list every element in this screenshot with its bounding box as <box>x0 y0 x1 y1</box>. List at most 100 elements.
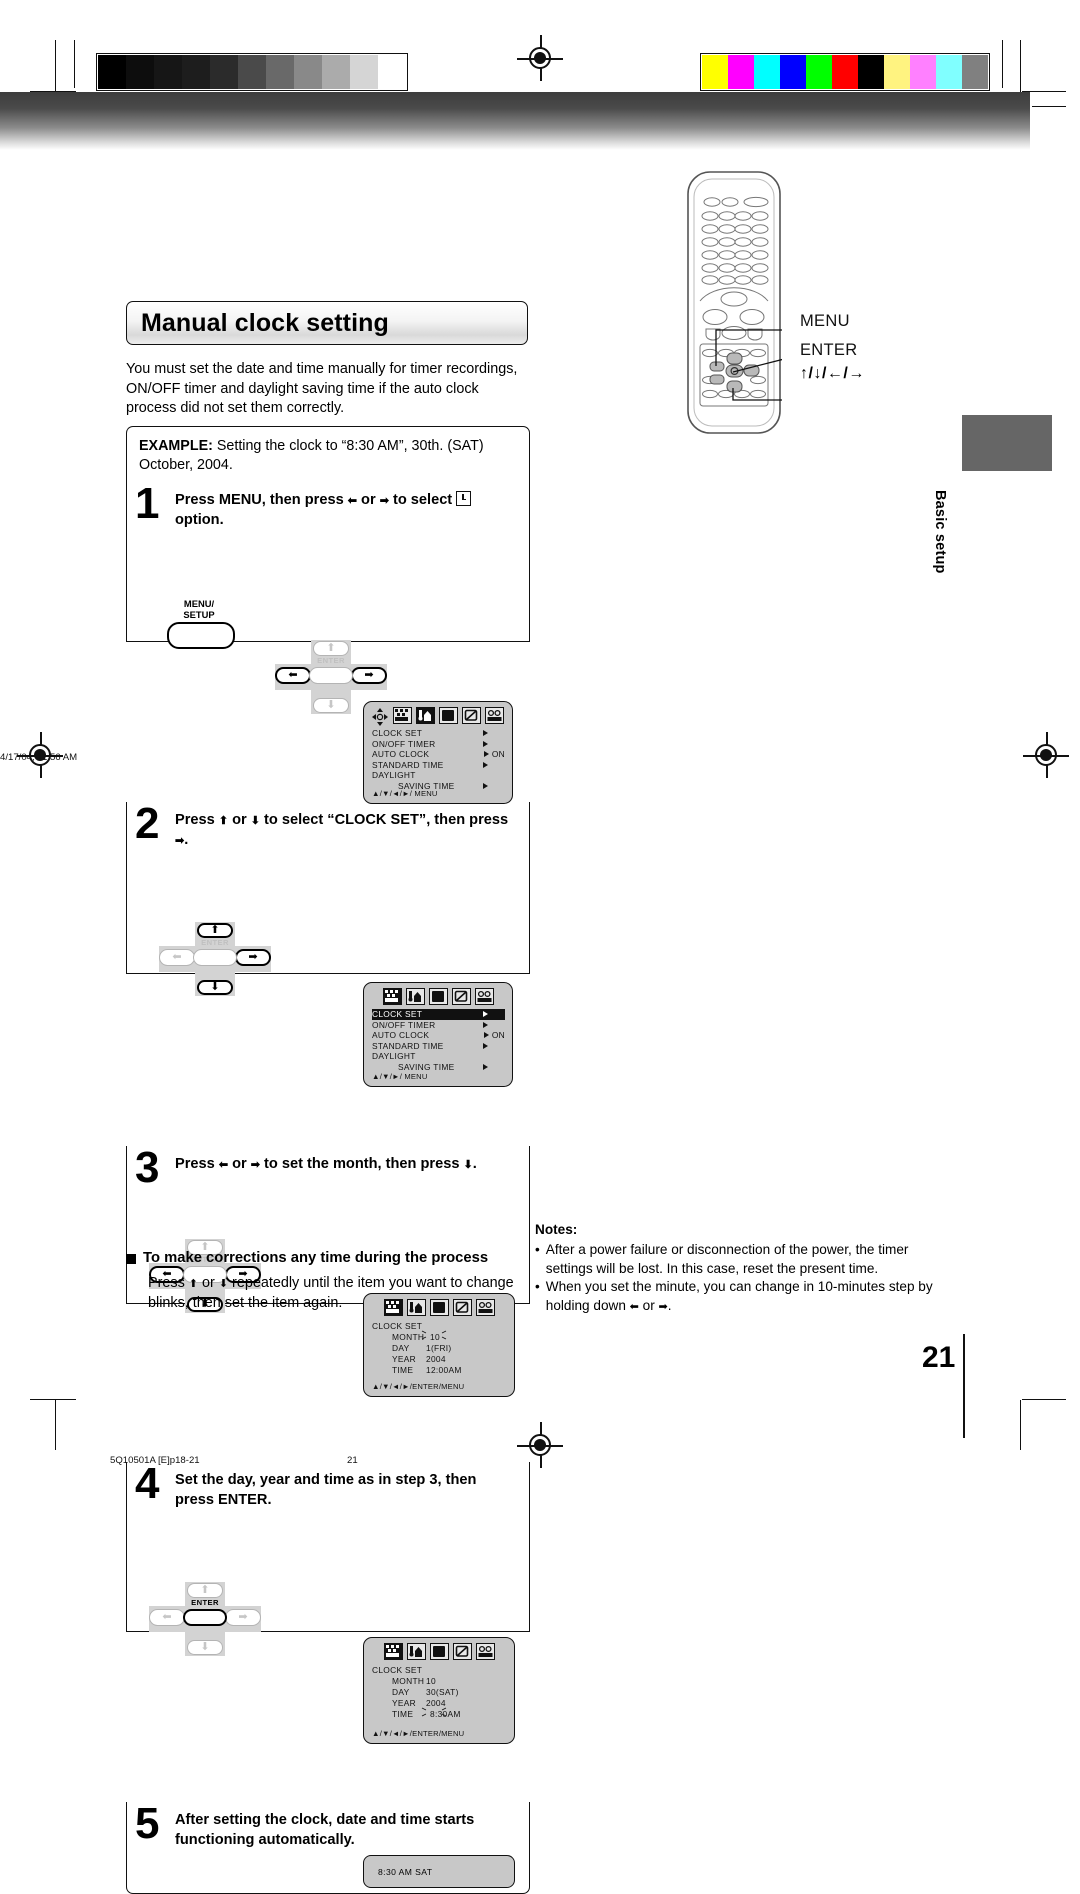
step-4-osd-footer: ▲/▼/◄/►/ENTER/MENU <box>372 1729 465 1738</box>
step-2-enter-button[interactable] <box>193 949 237 966</box>
step-3-osd-field[interactable]: MONTH 10 <box>372 1330 507 1343</box>
crop-mark-bottom-right-h <box>1022 1399 1066 1401</box>
remote-callout-arrows: ↑/↓/←/→ <box>800 365 865 382</box>
step-2-osd-blank-screen-icon[interactable] <box>451 988 471 1005</box>
grayscale-swatch-3 <box>182 55 210 89</box>
step-2-osd-row[interactable]: STANDARD TIME <box>372 1041 505 1052</box>
step-4-osd-vcr-icon[interactable] <box>475 1643 495 1660</box>
osd-row-value <box>483 730 505 737</box>
step-1-down-button[interactable]: ⬇ <box>313 698 349 713</box>
step-2-text: Press ⬆ or ⬇ to select “CLOCK SET”, then… <box>175 812 509 848</box>
step-4-osd-clock-icon[interactable] <box>383 1643 403 1660</box>
step-4-osd-audio-icon[interactable] <box>406 1643 426 1660</box>
step-2-dpad[interactable]: ENTER ⬆ ⬇ ⬅ ➡ <box>159 922 271 996</box>
step-4-right-button[interactable]: ➡ <box>225 1609 261 1626</box>
step-1-osd-row[interactable]: AUTO CLOCK ON <box>372 749 505 760</box>
footer-left-text: 5Q10501A [E]p18-21 <box>110 1455 200 1466</box>
crop-mark-top-right-v <box>1020 40 1022 92</box>
step-1-menu-setup-button[interactable]: MENU/SETUP <box>161 598 237 649</box>
grayscale-swatch-6 <box>266 55 294 89</box>
step-1: 1 Press MENU, then press ⬅ or ➡ to selec… <box>126 482 530 804</box>
osd-field-value: 2004 <box>426 1698 446 1708</box>
corrections-body: Press ⬆ or ⬇ repeatedly until the item y… <box>148 1275 514 1311</box>
step-4-osd-list-icon[interactable] <box>429 1643 449 1660</box>
step-4-dpad[interactable]: ENTER ⬆ ⬇ ⬅ ➡ <box>149 1582 261 1656</box>
step-4-osd-field[interactable]: DAY 30(SAT) <box>372 1687 507 1698</box>
osd-field-key: YEAR <box>392 1353 417 1364</box>
step-2-osd-row[interactable]: AUTO CLOCK ON <box>372 1030 505 1041</box>
step-3-osd-field[interactable]: TIME 12:00AM <box>372 1365 507 1376</box>
step-2-left-button[interactable]: ⬅ <box>159 949 195 966</box>
color-swatch-10 <box>962 55 988 89</box>
osd-row-label: SAVING TIME <box>398 1061 455 1072</box>
osd-row-value <box>483 762 505 769</box>
step-2-osd-row[interactable]: ON/OFF TIMER <box>372 1020 505 1031</box>
page-title: Manual clock setting <box>141 308 389 337</box>
crop-mark-top-right-v2 <box>1002 40 1004 88</box>
osd-arrow-icon <box>483 1032 489 1039</box>
step-4-osd-field[interactable]: MONTH 10 <box>372 1676 507 1687</box>
step-3-osd-field[interactable]: YEAR 2004 <box>372 1354 507 1365</box>
step-2-osd-clock-icon[interactable] <box>382 988 402 1005</box>
step-4-osd-field[interactable]: TIME 8:30AM <box>372 1707 507 1720</box>
step-2-osd-row[interactable]: DAYLIGHT <box>372 1051 505 1062</box>
step-1-osd-blank-screen-icon[interactable] <box>461 707 481 724</box>
color-swatch-1 <box>728 55 754 89</box>
note-item-1-text: After a power failure or disconnection o… <box>545 1242 909 1276</box>
osd-field-key: MONTH <box>392 1676 425 1686</box>
grayscale-swatch-0 <box>98 55 126 89</box>
osd-row-label: CLOCK SET <box>372 728 423 738</box>
step-1-left-button[interactable]: ⬅ <box>275 667 311 684</box>
osd-arrow-icon <box>483 1064 488 1071</box>
step-2-right-button[interactable]: ➡ <box>235 949 271 966</box>
osd-field-value: 10 <box>426 1676 436 1686</box>
osd-field-key: TIME <box>392 1364 414 1375</box>
osd-field-key: YEAR <box>392 1698 417 1708</box>
osd-arrow-icon <box>483 1021 488 1028</box>
crop-mark-top-right-h2 <box>1032 106 1066 108</box>
step-1-osd-audio-icon[interactable] <box>415 707 435 724</box>
step-1-osd-row[interactable]: DAYLIGHT <box>372 770 505 781</box>
menu-setup-button-cap[interactable] <box>167 622 235 649</box>
step-4-down-button[interactable]: ⬇ <box>187 1640 223 1655</box>
step-1-osd-row[interactable]: STANDARD TIME <box>372 760 505 771</box>
step-3-osd-field[interactable]: DAY 1(FRI) <box>372 1343 507 1354</box>
note-bullet-icon-2: • <box>535 1279 540 1294</box>
registration-mark-top <box>517 35 563 81</box>
osd-field-key: MONTH <box>392 1331 425 1342</box>
crop-mark-top-left-v2 <box>74 40 76 88</box>
step-2-osd-row[interactable]: SAVING TIME <box>372 1062 505 1073</box>
corrections-heading: To make corrections any time during the … <box>126 1250 538 1266</box>
step-4-up-button[interactable]: ⬆ <box>187 1583 223 1598</box>
step-4-osd-blank-screen-icon[interactable] <box>452 1643 472 1660</box>
step-4-left-button[interactable]: ⬅ <box>149 1609 185 1626</box>
remote-control-illustration <box>686 170 798 435</box>
color-swatch-2 <box>754 55 780 89</box>
notes-heading: Notes: <box>535 1222 578 1237</box>
step-2-up-button[interactable]: ⬆ <box>197 923 233 938</box>
color-swatch-0 <box>702 55 728 89</box>
osd-row-label: DAYLIGHT <box>372 770 416 781</box>
step-2-osd-audio-icon[interactable] <box>405 988 425 1005</box>
step-1-right-button[interactable]: ➡ <box>351 667 387 684</box>
step-4-osd-header: CLOCK SET <box>372 1665 423 1675</box>
step-1-osd-clock-icon[interactable] <box>392 707 412 724</box>
step-2-osd-list-icon[interactable] <box>428 988 448 1005</box>
step-1-up-button[interactable]: ⬆ <box>313 641 349 656</box>
grayscale-swatch-4 <box>210 55 238 89</box>
step-2-osd-row[interactable]: CLOCK SET <box>372 1009 505 1020</box>
step-4-enter-button[interactable] <box>183 1609 227 1626</box>
step-2-osd-vcr-icon[interactable] <box>474 988 494 1005</box>
page-number-rule <box>963 1334 965 1438</box>
step-2-down-button[interactable]: ⬇ <box>197 980 233 995</box>
osd-cursor-pad-icon <box>372 708 388 726</box>
step-1-osd-vcr-icon[interactable] <box>484 707 504 724</box>
step-1-osd-row[interactable]: ON/OFF TIMER <box>372 739 505 750</box>
osd-row-value-text: ON <box>491 1030 505 1041</box>
step-1-osd-row[interactable]: CLOCK SET <box>372 728 505 739</box>
step-3-osd-footer: ▲/▼/◄/►/ENTER/MENU <box>372 1381 465 1391</box>
step-1-enter-button[interactable] <box>309 667 353 684</box>
step-4-osd-field[interactable]: YEAR 2004 <box>372 1698 507 1709</box>
step-1-osd-list-icon[interactable] <box>438 707 458 724</box>
crop-mark-bottom-left-h <box>30 1399 76 1401</box>
